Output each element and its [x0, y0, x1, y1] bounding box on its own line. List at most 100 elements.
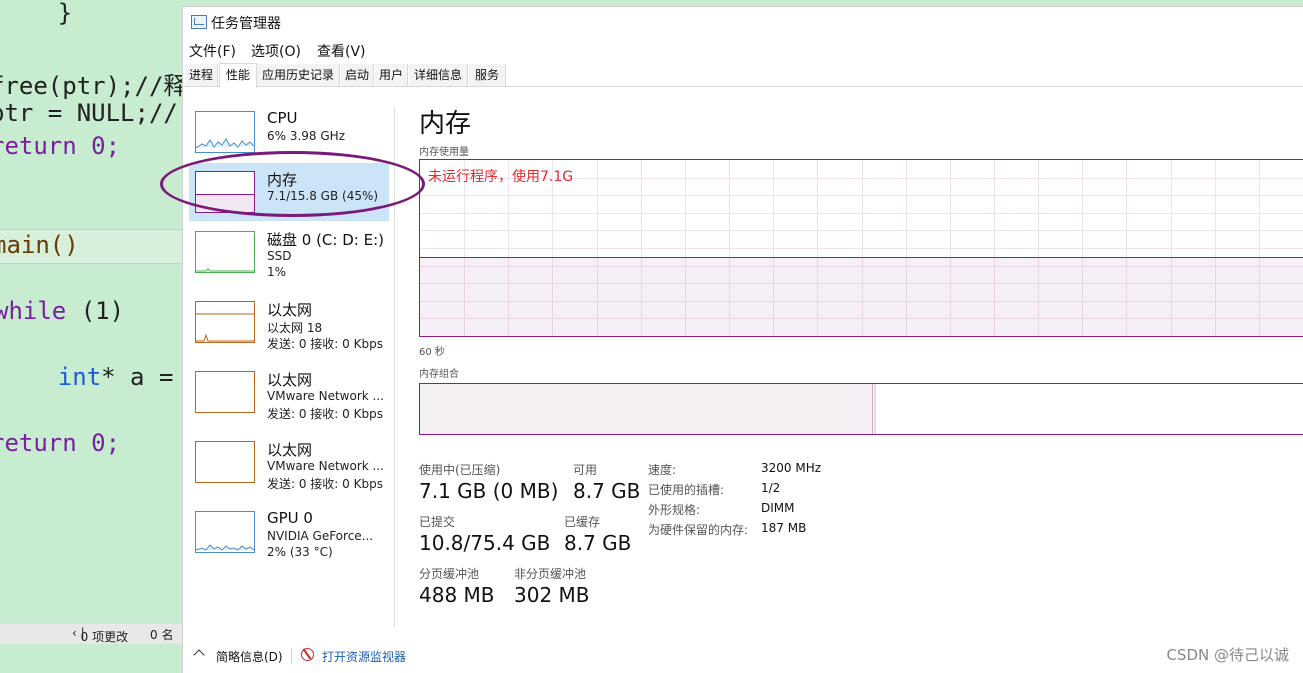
- cpu-thumbnail-graph: [195, 111, 255, 153]
- gpu-thumbnail-graph: [195, 511, 255, 553]
- code-line: free(ptr);//释: [0, 72, 182, 100]
- fewer-details-button[interactable]: 简略信息(D): [216, 648, 283, 665]
- sidebar-item-subtitle: SSD: [267, 249, 292, 263]
- sidebar-item-subtitle: 6% 3.98 GHz: [267, 129, 346, 143]
- window-title: 任务管理器: [211, 16, 281, 32]
- tab-app-history[interactable]: 应用历史记录: [257, 64, 340, 86]
- sidebar-item-title: 以太网: [267, 301, 313, 319]
- sidebar-item-ethernet-2[interactable]: 以太网 VMware Network ... 发送: 0 接收: 0 Kbps: [189, 363, 389, 421]
- memory-detail-panel: 内存 内存使用量 未运行程序，使用7.1G 60 秒 内存组合 使用中(已压缩)…: [419, 97, 1303, 637]
- tab-processes[interactable]: 进程: [185, 64, 218, 86]
- form-factor-key: 外形规格:: [648, 503, 701, 517]
- footer-divider: [291, 648, 292, 664]
- ethernet-thumbnail-graph: [195, 441, 255, 483]
- open-resource-monitor-link[interactable]: 打开资源监视器: [322, 648, 406, 665]
- tab-performance[interactable]: 性能: [219, 63, 257, 88]
- sidebar-item-title: 以太网: [267, 441, 313, 459]
- memory-composition-bar: [419, 383, 1303, 435]
- nonpaged-pool-label: 非分页缓冲池: [514, 567, 587, 581]
- ethernet-thumbnail-graph: [195, 301, 255, 343]
- cached-value: 8.7 GB: [564, 531, 632, 555]
- cached-label: 已缓存: [564, 515, 601, 529]
- code-line: }: [0, 32, 2, 60]
- sidebar-item-title: 磁盘 0 (C: D: E:): [267, 231, 384, 249]
- code-text: (1): [66, 297, 125, 325]
- committed-value: 10.8/75.4 GB: [419, 531, 551, 555]
- keyword: while: [0, 297, 67, 325]
- csdn-watermark: CSDN @待己以诚: [1166, 646, 1289, 664]
- sidebar-item-cpu[interactable]: CPU 6% 3.98 GHz: [189, 103, 389, 161]
- composition-in-use: [420, 384, 873, 434]
- sidebar-item-memory[interactable]: 内存 7.1/15.8 GB (45%): [189, 163, 389, 221]
- memory-composition-label: 内存组合: [419, 369, 459, 380]
- sidebar-item-title: CPU: [267, 109, 298, 127]
- tab-details[interactable]: 详细信息: [409, 64, 468, 86]
- menu-bar: 文件(F) 选项(O) 查看(V): [183, 39, 1303, 61]
- sidebar-item-ethernet-1[interactable]: 以太网 以太网 18 发送: 0 接收: 0 Kbps: [189, 293, 389, 351]
- gpu-sparkline: [196, 544, 254, 551]
- menu-options[interactable]: 选项(O): [251, 41, 301, 61]
- code-line: while (1): [0, 297, 124, 325]
- sidebar-item-disk[interactable]: 磁盘 0 (C: D: E:) SSD 1%: [189, 223, 389, 281]
- sidebar-item-subtitle: 7.1/15.8 GB (45%): [267, 189, 379, 203]
- sidebar-item-subtitle: VMware Network ...: [267, 459, 384, 473]
- sidebar-item-detail: 1%: [267, 265, 287, 279]
- code-text: * a =: [101, 363, 182, 391]
- code-line: }: [0, 0, 73, 27]
- slots-value: 1/2: [761, 481, 781, 495]
- disk-thumbnail-graph: [195, 231, 255, 273]
- sidebar-item-subtitle: NVIDIA GeForce...: [267, 529, 374, 543]
- performance-sidebar: CPU 6% 3.98 GHz 内存 7.1/15.8 GB (45%) 磁盘 …: [183, 97, 393, 637]
- usage-area: [420, 257, 1303, 336]
- editor-status-bar: ‹ 0 项更改 | 0 名: [0, 624, 182, 644]
- composition-modified: [874, 384, 876, 434]
- code-line: return 0;: [0, 429, 121, 457]
- sidebar-item-detail: 发送: 0 接收: 0 Kbps: [267, 477, 383, 491]
- hardware-reserved-value: 187 MB: [761, 521, 807, 535]
- sidebar-item-gpu[interactable]: GPU 0 NVIDIA GeForce... 2% (33 °C): [189, 503, 389, 561]
- cpu-sparkline: [196, 138, 254, 149]
- task-manager-icon: [191, 15, 207, 29]
- tab-services[interactable]: 服务: [469, 64, 506, 86]
- time-axis-label: 60 秒: [419, 347, 445, 358]
- resource-monitor-icon: [301, 648, 314, 661]
- code-line: main(): [0, 231, 79, 259]
- memory-usage-label: 内存使用量: [419, 147, 469, 158]
- memory-usage-chart: [420, 160, 1303, 336]
- title-bar[interactable]: 任务管理器: [183, 7, 1303, 37]
- panel-divider: [394, 107, 395, 627]
- ethernet-thumbnail-graph: [195, 371, 255, 413]
- code-line: int* a =: [0, 363, 182, 391]
- speed-key: 速度:: [648, 463, 677, 477]
- code-line: ptr = NULL;//: [0, 99, 178, 127]
- ethernet-sparkline: [196, 313, 254, 342]
- menu-view[interactable]: 查看(V): [317, 41, 366, 61]
- tab-users[interactable]: 用户: [375, 64, 408, 86]
- chevron-up-icon[interactable]: [193, 649, 205, 661]
- available-label: 可用: [573, 463, 598, 477]
- nonpaged-pool-value: 302 MB: [514, 583, 590, 607]
- tab-startup[interactable]: 启动: [341, 64, 374, 86]
- sidebar-item-title: 内存: [267, 171, 298, 189]
- names-count: 0 名: [150, 628, 174, 642]
- code-line: {: [0, 330, 2, 358]
- speed-value: 3200 MHz: [761, 461, 822, 475]
- sidebar-item-subtitle: VMware Network ...: [267, 389, 384, 403]
- sidebar-item-title: 以太网: [267, 371, 313, 389]
- task-manager-window: 任务管理器 文件(F) 选项(O) 查看(V) 进程 性能 应用历史记录 启动 …: [182, 6, 1303, 673]
- form-factor-value: DIMM: [761, 501, 795, 515]
- sidebar-item-ethernet-3[interactable]: 以太网 VMware Network ... 发送: 0 接收: 0 Kbps: [189, 433, 389, 491]
- menu-file[interactable]: 文件(F): [189, 41, 236, 61]
- paged-pool-label: 分页缓冲池: [419, 567, 480, 581]
- in-use-label: 使用中(已压缩): [419, 463, 501, 477]
- available-value: 8.7 GB: [573, 479, 641, 503]
- memory-usage-graph: 未运行程序，使用7.1G: [419, 159, 1303, 337]
- type-keyword: int: [0, 363, 102, 391]
- sidebar-item-detail: 发送: 0 接收: 0 Kbps: [267, 337, 383, 351]
- code-line: return 0;: [0, 132, 121, 160]
- sidebar-item-subtitle: 以太网 18: [267, 321, 323, 335]
- committed-label: 已提交: [419, 515, 456, 529]
- changes-count: ‹ 0 项更改 |: [72, 626, 129, 644]
- code-editor[interactable]: } } free(ptr);//释 ptr = NULL;// return 0…: [0, 0, 182, 672]
- page-title: 内存: [419, 109, 472, 139]
